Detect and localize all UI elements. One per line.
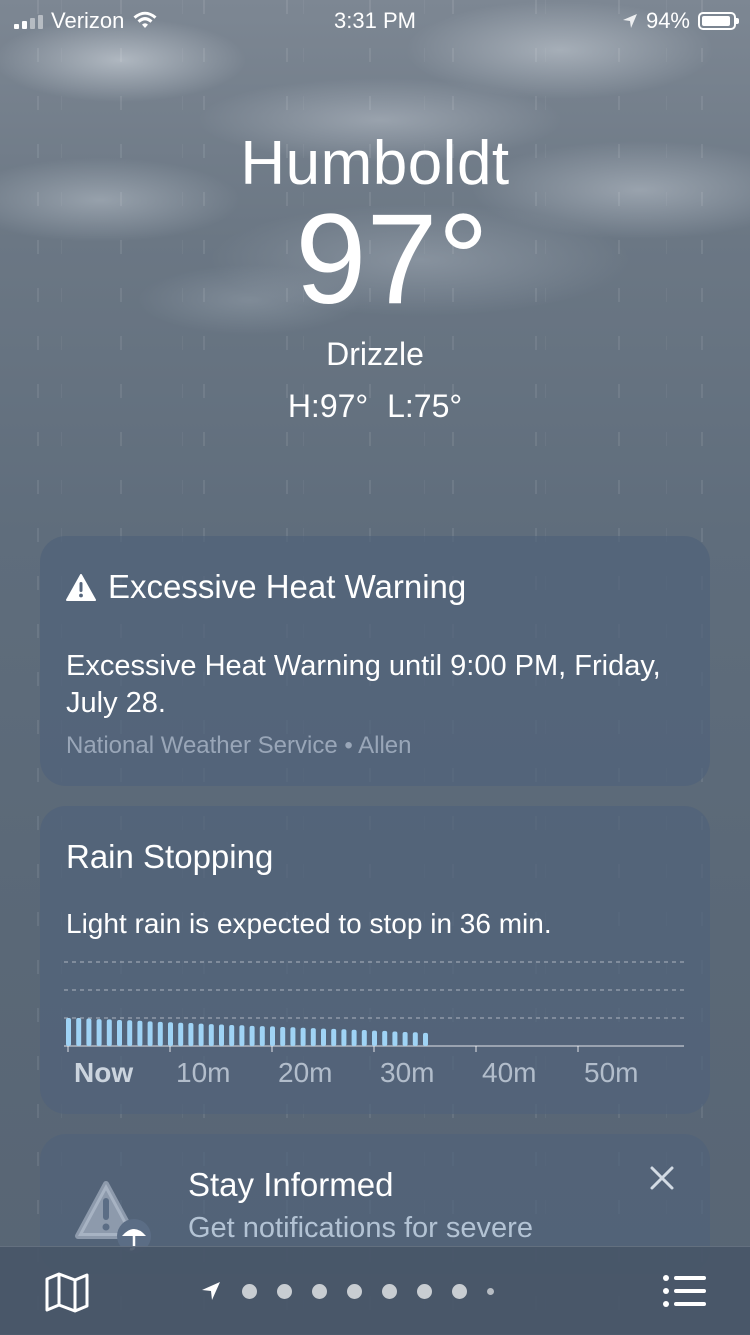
precipitation-bar: [321, 1028, 326, 1046]
precipitation-summary: Light rain is expected to stop in 36 min…: [66, 908, 552, 939]
map-icon[interactable]: [44, 1271, 90, 1313]
precipitation-bar: [147, 1021, 153, 1046]
battery-percent: 94%: [645, 8, 690, 33]
precipitation-bar: [341, 1029, 347, 1046]
precipitation-bar: [229, 1025, 235, 1046]
page-dot[interactable]: [347, 1283, 362, 1299]
precipitation-bar: [178, 1022, 184, 1046]
status-bar: Verizon 3:31 PM 94%: [0, 0, 750, 40]
chart-tick-label: 40m: [482, 1057, 536, 1088]
stay-informed-title: Stay Informed: [188, 1166, 394, 1203]
precipitation-bar: [127, 1020, 133, 1046]
page-dot[interactable]: [242, 1283, 257, 1299]
alert-umbrella-icon: [75, 1181, 151, 1253]
current-temperature: 97°: [295, 188, 489, 331]
precipitation-bar: [168, 1022, 173, 1046]
page-dot[interactable]: [417, 1283, 432, 1299]
precipitation-bar: [66, 1018, 71, 1046]
weather-alert-card[interactable]: Excessive Heat Warning Excessive Heat Wa…: [40, 536, 710, 786]
precipitation-bar: [392, 1031, 398, 1046]
precipitation-bar: [280, 1026, 286, 1046]
page-dot[interactable]: [382, 1283, 397, 1299]
precipitation-bar: [372, 1030, 377, 1046]
page-dot[interactable]: [277, 1283, 292, 1299]
precipitation-bar: [198, 1023, 204, 1046]
status-right: 94%: [622, 8, 739, 34]
location-page-icon[interactable]: [200, 1280, 222, 1302]
precipitation-bar: [423, 1032, 428, 1046]
precipitation-bar: [310, 1028, 316, 1046]
alert-body: Excessive Heat Warning until 9:00 PM, Fr…: [66, 650, 661, 719]
alert-title-row: Excessive Heat Warning: [66, 568, 466, 606]
page-dot[interactable]: [452, 1283, 467, 1299]
chart-tick-label: 10m: [176, 1057, 230, 1088]
alert-title: Excessive Heat Warning: [108, 568, 467, 605]
precipitation-bar: [117, 1019, 122, 1046]
page-indicator[interactable]: [200, 1277, 494, 1305]
chart-tick-label: 30m: [380, 1057, 434, 1088]
precipitation-bar: [402, 1032, 408, 1046]
precipitation-bar: [270, 1026, 275, 1046]
chart-tick-label: 50m: [584, 1057, 638, 1088]
precipitation-title: Rain Stopping: [66, 838, 274, 875]
precipitation-bar: [382, 1030, 388, 1046]
precipitation-bar: [157, 1021, 163, 1046]
precipitation-bar: [239, 1025, 245, 1046]
precipitation-bar: [96, 1019, 102, 1046]
page-dot[interactable]: [312, 1283, 327, 1299]
list-icon[interactable]: [662, 1273, 706, 1309]
precipitation-bar: [137, 1020, 143, 1046]
stay-informed-body: Get notifications for severe: [188, 1212, 533, 1244]
precipitation-bar: [290, 1027, 296, 1046]
precipitation-bar: [76, 1018, 82, 1046]
condition-label: Drizzle: [326, 336, 424, 372]
precipitation-bar: [219, 1024, 224, 1046]
precipitation-bar: [300, 1027, 306, 1046]
precipitation-bar: [86, 1018, 92, 1046]
precipitation-chart: Now 10m 20m 30m 40m 50m: [64, 961, 684, 1088]
precipitation-bar: [106, 1019, 112, 1046]
precipitation-bar: [249, 1025, 255, 1046]
battery-icon: [698, 12, 739, 30]
page-dot[interactable]: [487, 1287, 494, 1295]
precipitation-bar: [412, 1032, 418, 1046]
chart-tick-label: 20m: [278, 1057, 332, 1088]
high-low-label: H:97° L:75°: [287, 388, 463, 424]
warning-triangle-icon: [66, 573, 96, 601]
precipitation-bar: [361, 1030, 367, 1046]
location-arrow-icon: [622, 14, 637, 28]
bottom-toolbar: [0, 1246, 750, 1335]
precipitation-bar: [208, 1024, 214, 1046]
precipitation-bar: [259, 1026, 265, 1046]
close-icon[interactable]: [644, 1160, 680, 1196]
chart-tick-label: Now: [74, 1057, 133, 1088]
precipitation-bar: [188, 1023, 194, 1046]
precipitation-bar: [331, 1028, 337, 1046]
precipitation-bar: [351, 1029, 357, 1046]
alert-source: National Weather Service • Allen: [66, 732, 412, 759]
precipitation-card[interactable]: Rain Stopping Light rain is expected to …: [40, 806, 710, 1114]
